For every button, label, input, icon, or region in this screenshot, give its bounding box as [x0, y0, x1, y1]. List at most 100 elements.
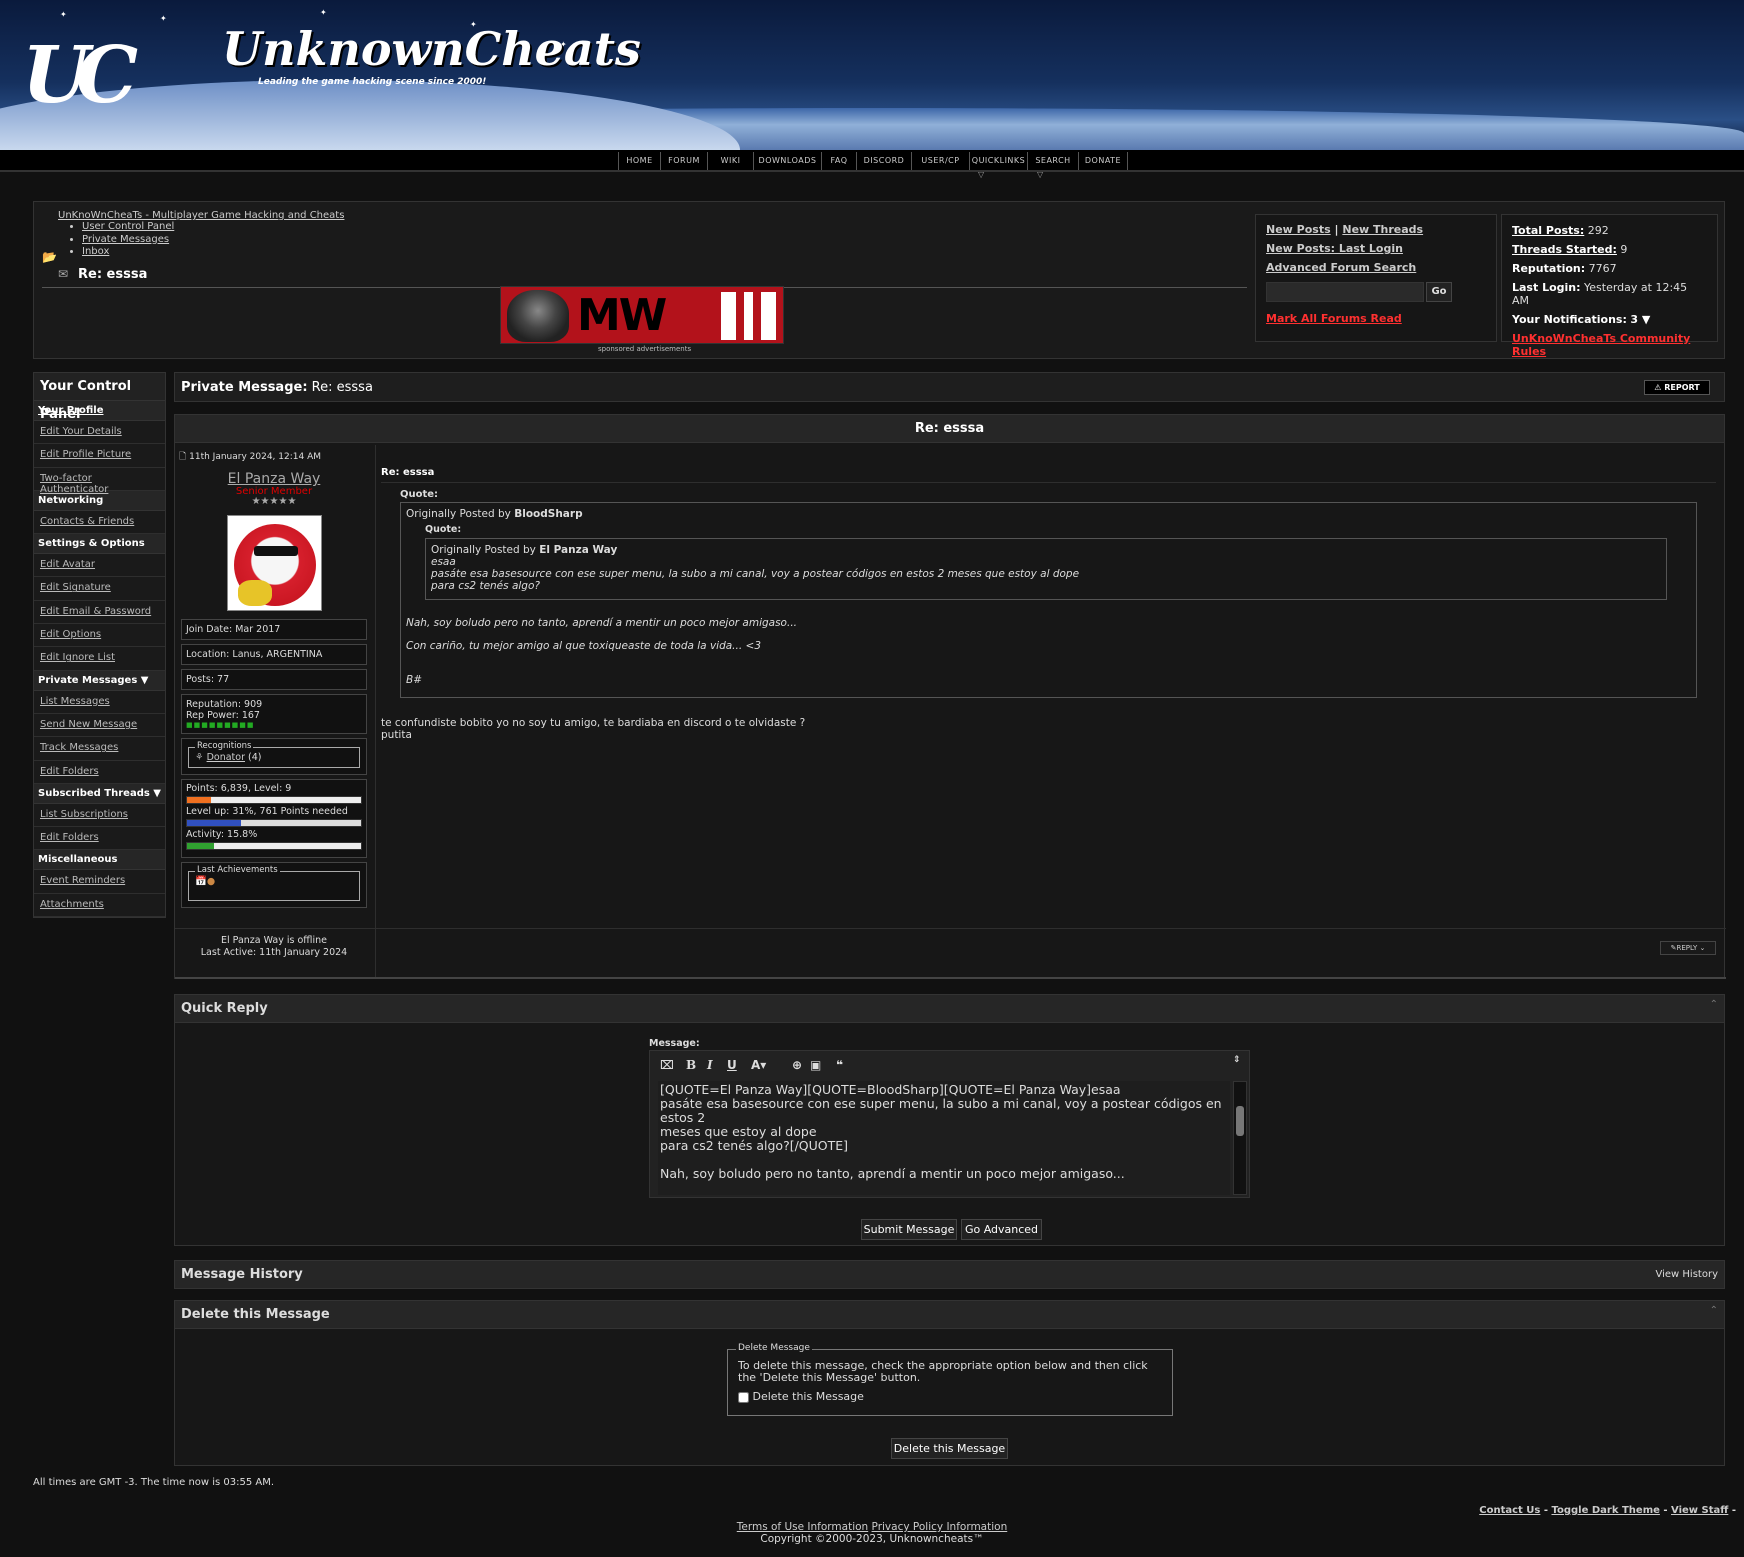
sidebar-item[interactable]: Edit Avatar — [34, 554, 165, 578]
delete-checkbox[interactable] — [738, 1391, 749, 1403]
donator-link[interactable]: Donator — [207, 752, 245, 763]
breadcrumb-item[interactable]: Private Messages — [82, 234, 174, 247]
sidebar-item[interactable]: Event Reminders — [34, 870, 165, 894]
sidebar-item-label[interactable]: Edit Ignore List — [40, 652, 115, 663]
resize-icon[interactable]: ⇕ — [1233, 1055, 1241, 1065]
sidebar-item[interactable]: Send New Message — [34, 714, 165, 738]
quote-author[interactable]: El Panza Way — [539, 544, 617, 556]
nav-user-cp[interactable]: USER/CP — [911, 152, 969, 170]
nav-quicklinks[interactable]: QUICKLINKS — [969, 152, 1027, 170]
nav-home[interactable]: HOME — [618, 152, 660, 170]
view-staff-link[interactable]: View Staff — [1671, 1505, 1728, 1516]
sidebar-item[interactable]: Attachments — [34, 894, 165, 918]
sidebar-item-label[interactable]: List Messages — [40, 696, 110, 707]
breadcrumb-item[interactable]: User Control Panel — [82, 221, 174, 234]
quote-label: Quote: — [400, 489, 439, 500]
sidebar-item-label[interactable]: Edit Options — [40, 629, 101, 640]
new-posts-link[interactable]: New Posts — [1266, 223, 1331, 236]
sidebar-item[interactable]: Edit Folders — [34, 827, 165, 851]
sidebar-item[interactable]: Edit Profile Picture — [34, 444, 165, 468]
report-label: REPORT — [1664, 383, 1700, 392]
legal-footer: Terms of Use Information Privacy Policy … — [0, 1521, 1744, 1545]
username-link[interactable]: El Panza Way — [181, 471, 367, 487]
sidebar-item-label[interactable]: Attachments — [40, 899, 104, 910]
quote-icon[interactable]: ❝ — [836, 1058, 843, 1072]
nav-search[interactable]: SEARCH — [1027, 152, 1078, 170]
sidebar-item-label[interactable]: Edit Folders — [40, 832, 99, 843]
nav-faq[interactable]: FAQ — [821, 152, 856, 170]
logo-text[interactable]: UnknownCheats — [222, 22, 641, 76]
sidebar-item-label[interactable]: Edit Avatar — [40, 559, 95, 570]
avatar[interactable] — [226, 515, 322, 611]
nav-forum[interactable]: FORUM — [660, 152, 707, 170]
breadcrumb-root[interactable]: UnKnoWnCheaTs - Multiplayer Game Hacking… — [58, 210, 344, 221]
reply-button[interactable]: ✎REPLY ⌄ — [1660, 941, 1716, 955]
view-history-link[interactable]: View History — [1656, 1269, 1719, 1280]
sidebar-section-3: Private Messages ▼ — [34, 670, 165, 691]
sidebar-item-label[interactable]: Edit Email & Password — [40, 606, 151, 617]
mark-forums-read-link[interactable]: Mark All Forums Read — [1266, 312, 1402, 325]
privacy-link[interactable]: Privacy Policy Information — [872, 1521, 1008, 1533]
go-advanced-button[interactable]: Go Advanced — [961, 1219, 1042, 1240]
collapse-icon[interactable]: ⌃ — [1710, 1305, 1718, 1316]
logo-mark[interactable]: UC — [22, 30, 138, 121]
report-button[interactable]: ⚠ REPORT — [1644, 380, 1710, 395]
contact-us-link[interactable]: Contact Us — [1479, 1505, 1540, 1516]
sidebar-item[interactable]: Edit Ignore List — [34, 647, 165, 671]
new-posts-last-login-link[interactable]: New Posts: Last Login — [1266, 242, 1403, 255]
submit-message-button[interactable]: Submit Message — [861, 1219, 957, 1240]
italic-button[interactable]: I — [707, 1058, 713, 1072]
sponsored-ad-banner[interactable]: MW — [500, 286, 784, 344]
sidebar-item-label[interactable]: Event Reminders — [40, 875, 125, 886]
sidebar-item[interactable]: List Subscriptions — [34, 804, 165, 828]
sidebar-item[interactable]: Track Messages — [34, 737, 165, 761]
quote-author[interactable]: BloodSharp — [514, 508, 582, 520]
sidebar-item[interactable]: Edit Folders — [34, 761, 165, 784]
scrollbar[interactable] — [1233, 1081, 1247, 1195]
sidebar-item-label[interactable]: Edit Your Details — [40, 426, 122, 437]
sidebar-item-label[interactable]: Edit Signature — [40, 582, 111, 593]
sidebar-item-label[interactable]: Track Messages — [40, 742, 118, 753]
advanced-search-link[interactable]: Advanced Forum Search — [1266, 261, 1416, 274]
nav-discord[interactable]: DISCORD — [856, 152, 911, 170]
breadcrumb-current: Re: esssa — [78, 267, 148, 282]
image-icon[interactable]: ▣ — [810, 1058, 821, 1072]
sidebar-item-label[interactable]: Edit Folders — [40, 766, 99, 777]
underline-button[interactable]: U — [727, 1058, 737, 1072]
sidebar-item[interactable]: Two-factor Authenticator — [34, 468, 165, 495]
sidebar-item-label[interactable]: List Subscriptions — [40, 809, 128, 820]
new-threads-link[interactable]: New Threads — [1342, 223, 1423, 236]
notifications-count[interactable]: 3 ▼ — [1630, 313, 1650, 326]
threads-started-label[interactable]: Threads Started: — [1512, 243, 1617, 256]
sidebar-item[interactable]: Edit Signature — [34, 577, 165, 601]
search-input[interactable] — [1266, 282, 1424, 302]
sidebar-item[interactable]: Edit Email & Password — [34, 601, 165, 625]
sidebar-item[interactable]: Contacts & Friends — [34, 511, 165, 535]
message-textarea[interactable]: [QUOTE=El Panza Way][QUOTE=BloodSharp][Q… — [658, 1081, 1230, 1195]
terms-link[interactable]: Terms of Use Information — [737, 1521, 868, 1533]
bold-button[interactable]: B — [686, 1058, 696, 1072]
nav-wiki[interactable]: WIKI — [707, 152, 753, 170]
collapse-icon[interactable]: ⌃ — [1710, 999, 1718, 1010]
total-posts-label[interactable]: Total Posts: — [1512, 224, 1584, 237]
document-icon: 🗋 — [179, 452, 187, 462]
nav-donate[interactable]: DONATE — [1078, 152, 1128, 170]
sidebar-item-label[interactable]: Send New Message — [40, 719, 137, 730]
breadcrumb-item[interactable]: Inbox — [82, 246, 174, 259]
points-fill — [187, 797, 212, 803]
community-rules-link[interactable]: UnKnoWnCheaTs Community Rules — [1512, 332, 1690, 358]
nav-downloads[interactable]: DOWNLOADS — [753, 152, 821, 170]
notifications-label[interactable]: Your Notifications: — [1512, 313, 1627, 326]
font-color-icon[interactable]: A▾ — [751, 1058, 766, 1072]
sidebar-item-label[interactable]: Two-factor Authenticator — [40, 473, 108, 495]
post-date: 🗋 11th January 2024, 12:14 AM — [179, 449, 321, 465]
search-go-button[interactable]: Go — [1426, 282, 1452, 302]
toggle-dark-theme-link[interactable]: Toggle Dark Theme — [1551, 1505, 1659, 1516]
remove-format-icon[interactable]: ⌧ — [660, 1058, 674, 1072]
sidebar-item[interactable]: Edit Options — [34, 624, 165, 648]
sidebar-item-label[interactable]: Contacts & Friends — [40, 516, 134, 527]
link-icon[interactable]: ⊕ — [792, 1058, 802, 1072]
sidebar-item[interactable]: List Messages — [34, 691, 165, 714]
sidebar-item-label[interactable]: Edit Profile Picture — [40, 449, 131, 460]
delete-message-button[interactable]: Delete this Message — [891, 1438, 1008, 1459]
